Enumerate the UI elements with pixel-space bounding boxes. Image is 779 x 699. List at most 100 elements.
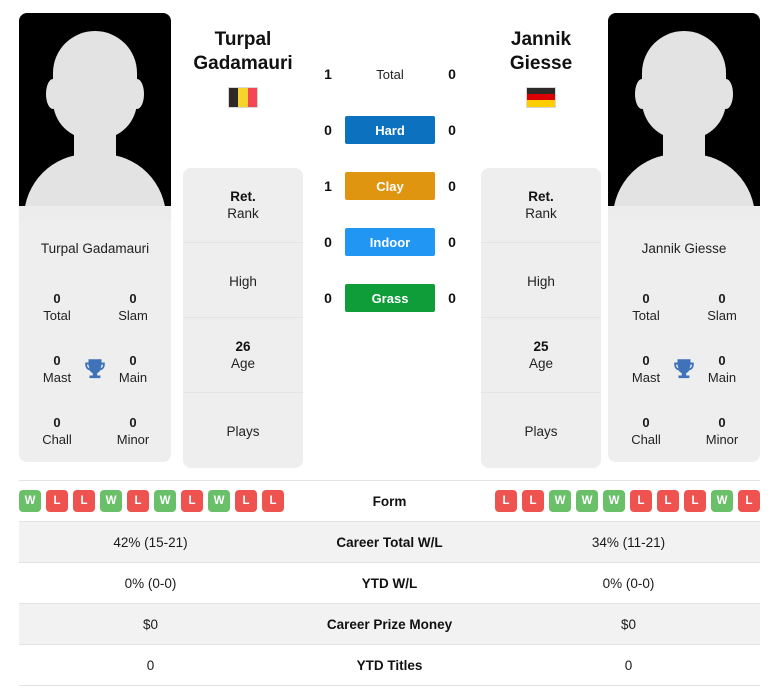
- row-label-ytd-titles: YTD Titles: [356, 657, 423, 673]
- titles-cell-slam: 0 Slam: [95, 276, 171, 338]
- form-badge-loss[interactable]: L: [46, 490, 68, 512]
- titles-minor-label: Minor: [705, 432, 739, 447]
- form-badge-win[interactable]: W: [603, 490, 625, 512]
- form-badge-loss[interactable]: L: [181, 490, 203, 512]
- info-rank-value: Ret.: [230, 189, 256, 204]
- info-age-label: Age: [230, 356, 256, 371]
- player-right-ytd-titles: 0: [624, 657, 633, 673]
- form-badge-loss[interactable]: L: [262, 490, 284, 512]
- titles-total-label: Total: [43, 308, 71, 323]
- form-badge-win[interactable]: W: [549, 490, 571, 512]
- player-left-card[interactable]: Turpal Gadamauri 0 Total 0 Slam 0 Mast 0…: [19, 13, 171, 462]
- row-label-career-prize-money: Career Prize Money: [326, 616, 453, 632]
- h2h-total-label: Total: [376, 66, 404, 82]
- players-overview-section: Turpal Gadamauri 0 Total 0 Slam 0 Mast 0…: [0, 0, 779, 470]
- titles-slam-value: 0: [718, 291, 726, 306]
- info-age-label: Age: [528, 356, 554, 371]
- player-right-career-total-wl: 34% (11-21): [591, 534, 666, 550]
- h2h-indoor-label[interactable]: Indoor: [345, 228, 435, 256]
- form-badge-loss[interactable]: L: [630, 490, 652, 512]
- form-badge-win[interactable]: W: [711, 490, 733, 512]
- avatar-ear-left-shape: [46, 79, 60, 109]
- info-plays-label: Plays: [226, 424, 260, 439]
- form-badge-loss[interactable]: L: [495, 490, 517, 512]
- h2h-row-clay: 1 Clay 0: [311, 172, 469, 200]
- row-label-form: Form: [372, 493, 407, 509]
- table-row-ytd-wl: 0% (0-0) YTD W/L 0% (0-0): [19, 563, 760, 604]
- player-right-titles-grid: 0 Total 0 Slam 0 Mast 0 Main 0 Chall 0 M…: [608, 276, 760, 462]
- form-badge-win[interactable]: W: [576, 490, 598, 512]
- h2h-total-right-score: 0: [448, 66, 456, 82]
- h2h-indoor-right-score: 0: [448, 234, 456, 250]
- titles-cell-total: 0 Total: [19, 276, 95, 338]
- form-badge-loss[interactable]: L: [235, 490, 257, 512]
- h2h-surface-list: 1 Total 0 0 Hard 0 1 Clay 0 0 Indoor 0 0: [311, 60, 469, 312]
- player-left-titles-grid: 0 Total 0 Slam 0 Mast 0 Main 0 Chall 0 M…: [19, 276, 171, 462]
- player-right-card[interactable]: Jannik Giesse 0 Total 0 Slam 0 Mast 0 Ma…: [608, 13, 760, 462]
- info-cell-high: High: [481, 243, 601, 318]
- form-badge-loss[interactable]: L: [738, 490, 760, 512]
- info-rank-value: Ret.: [528, 189, 554, 204]
- info-rank-label: Rank: [525, 206, 557, 221]
- titles-main-label: Main: [118, 370, 148, 385]
- titles-total-value: 0: [53, 291, 61, 306]
- titles-mast-value: 0: [642, 353, 650, 368]
- avatar-ear-right-shape: [719, 79, 733, 109]
- player-right-form-badges: LLWWWLLLWL: [495, 490, 760, 512]
- player-left-name-block[interactable]: Turpal Gadamauri: [178, 28, 308, 108]
- form-badge-loss[interactable]: L: [684, 490, 706, 512]
- player-right-career-prize-money: $0: [620, 616, 637, 632]
- titles-chall-value: 0: [642, 415, 650, 430]
- belgium-flag-icon: [228, 86, 258, 108]
- form-badge-win[interactable]: W: [19, 490, 41, 512]
- form-badge-win[interactable]: W: [100, 490, 122, 512]
- h2h-hard-label[interactable]: Hard: [345, 116, 435, 144]
- info-cell-high: High: [183, 243, 303, 318]
- h2h-row-total: 1 Total 0: [311, 60, 469, 88]
- player-right-name-block[interactable]: Jannik Giesse: [476, 28, 606, 108]
- titles-total-label: Total: [632, 308, 660, 323]
- titles-chall-label: Chall: [42, 432, 72, 447]
- player-left-first-name: Turpal: [214, 29, 272, 50]
- titles-cell-minor: 0 Minor: [684, 400, 760, 462]
- info-age-value: 26: [235, 339, 251, 354]
- h2h-total-left-score: 1: [324, 66, 332, 82]
- titles-main-value: 0: [718, 353, 726, 368]
- form-badge-win[interactable]: W: [208, 490, 230, 512]
- titles-cell-chall: 0 Chall: [19, 400, 95, 462]
- h2h-row-grass: 0 Grass 0: [311, 284, 469, 312]
- info-cell-plays: Plays: [481, 393, 601, 468]
- player-left-last-name: Gadamauri: [193, 53, 293, 75]
- player-left-avatar: [19, 13, 171, 220]
- player-right-info-column: Ret. Rank High 25 Age Plays: [481, 168, 601, 468]
- player-left-career-prize-money: $0: [142, 616, 159, 632]
- info-high-label: High: [229, 273, 257, 289]
- h2h-grass-label[interactable]: Grass: [345, 284, 435, 312]
- titles-total-value: 0: [642, 291, 650, 306]
- titles-chall-value: 0: [53, 415, 61, 430]
- form-badge-loss[interactable]: L: [657, 490, 679, 512]
- table-row-career-prize-money: $0 Career Prize Money $0: [19, 604, 760, 645]
- form-badge-loss[interactable]: L: [522, 490, 544, 512]
- form-badge-loss[interactable]: L: [127, 490, 149, 512]
- row-label-career-total-wl: Career Total W/L: [336, 534, 443, 550]
- player-right-avatar-name: Jannik Giesse: [641, 240, 727, 256]
- info-cell-age: 26 Age: [183, 318, 303, 393]
- player-left-avatar-name: Turpal Gadamauri: [40, 240, 150, 256]
- avatar-ear-left-shape: [635, 79, 649, 109]
- form-badge-loss[interactable]: L: [73, 490, 95, 512]
- info-cell-rank: Ret. Rank: [481, 168, 601, 243]
- h2h-clay-label[interactable]: Clay: [345, 172, 435, 200]
- info-rank-label: Rank: [227, 206, 259, 221]
- avatar-bottom-strip: [608, 206, 760, 220]
- table-row-form: WLLWLWLWLL Form LLWWWLLLWL: [19, 481, 760, 522]
- titles-chall-label: Chall: [631, 432, 661, 447]
- titles-slam-label: Slam: [707, 308, 737, 323]
- titles-cell-chall: 0 Chall: [608, 400, 684, 462]
- form-badge-win[interactable]: W: [154, 490, 176, 512]
- info-cell-rank: Ret. Rank: [183, 168, 303, 243]
- player-right-avatar: [608, 13, 760, 220]
- player-left-career-total-wl: 42% (15-21): [113, 534, 188, 550]
- trophy-icon: [671, 356, 697, 382]
- h2h-row-indoor: 0 Indoor 0: [311, 228, 469, 256]
